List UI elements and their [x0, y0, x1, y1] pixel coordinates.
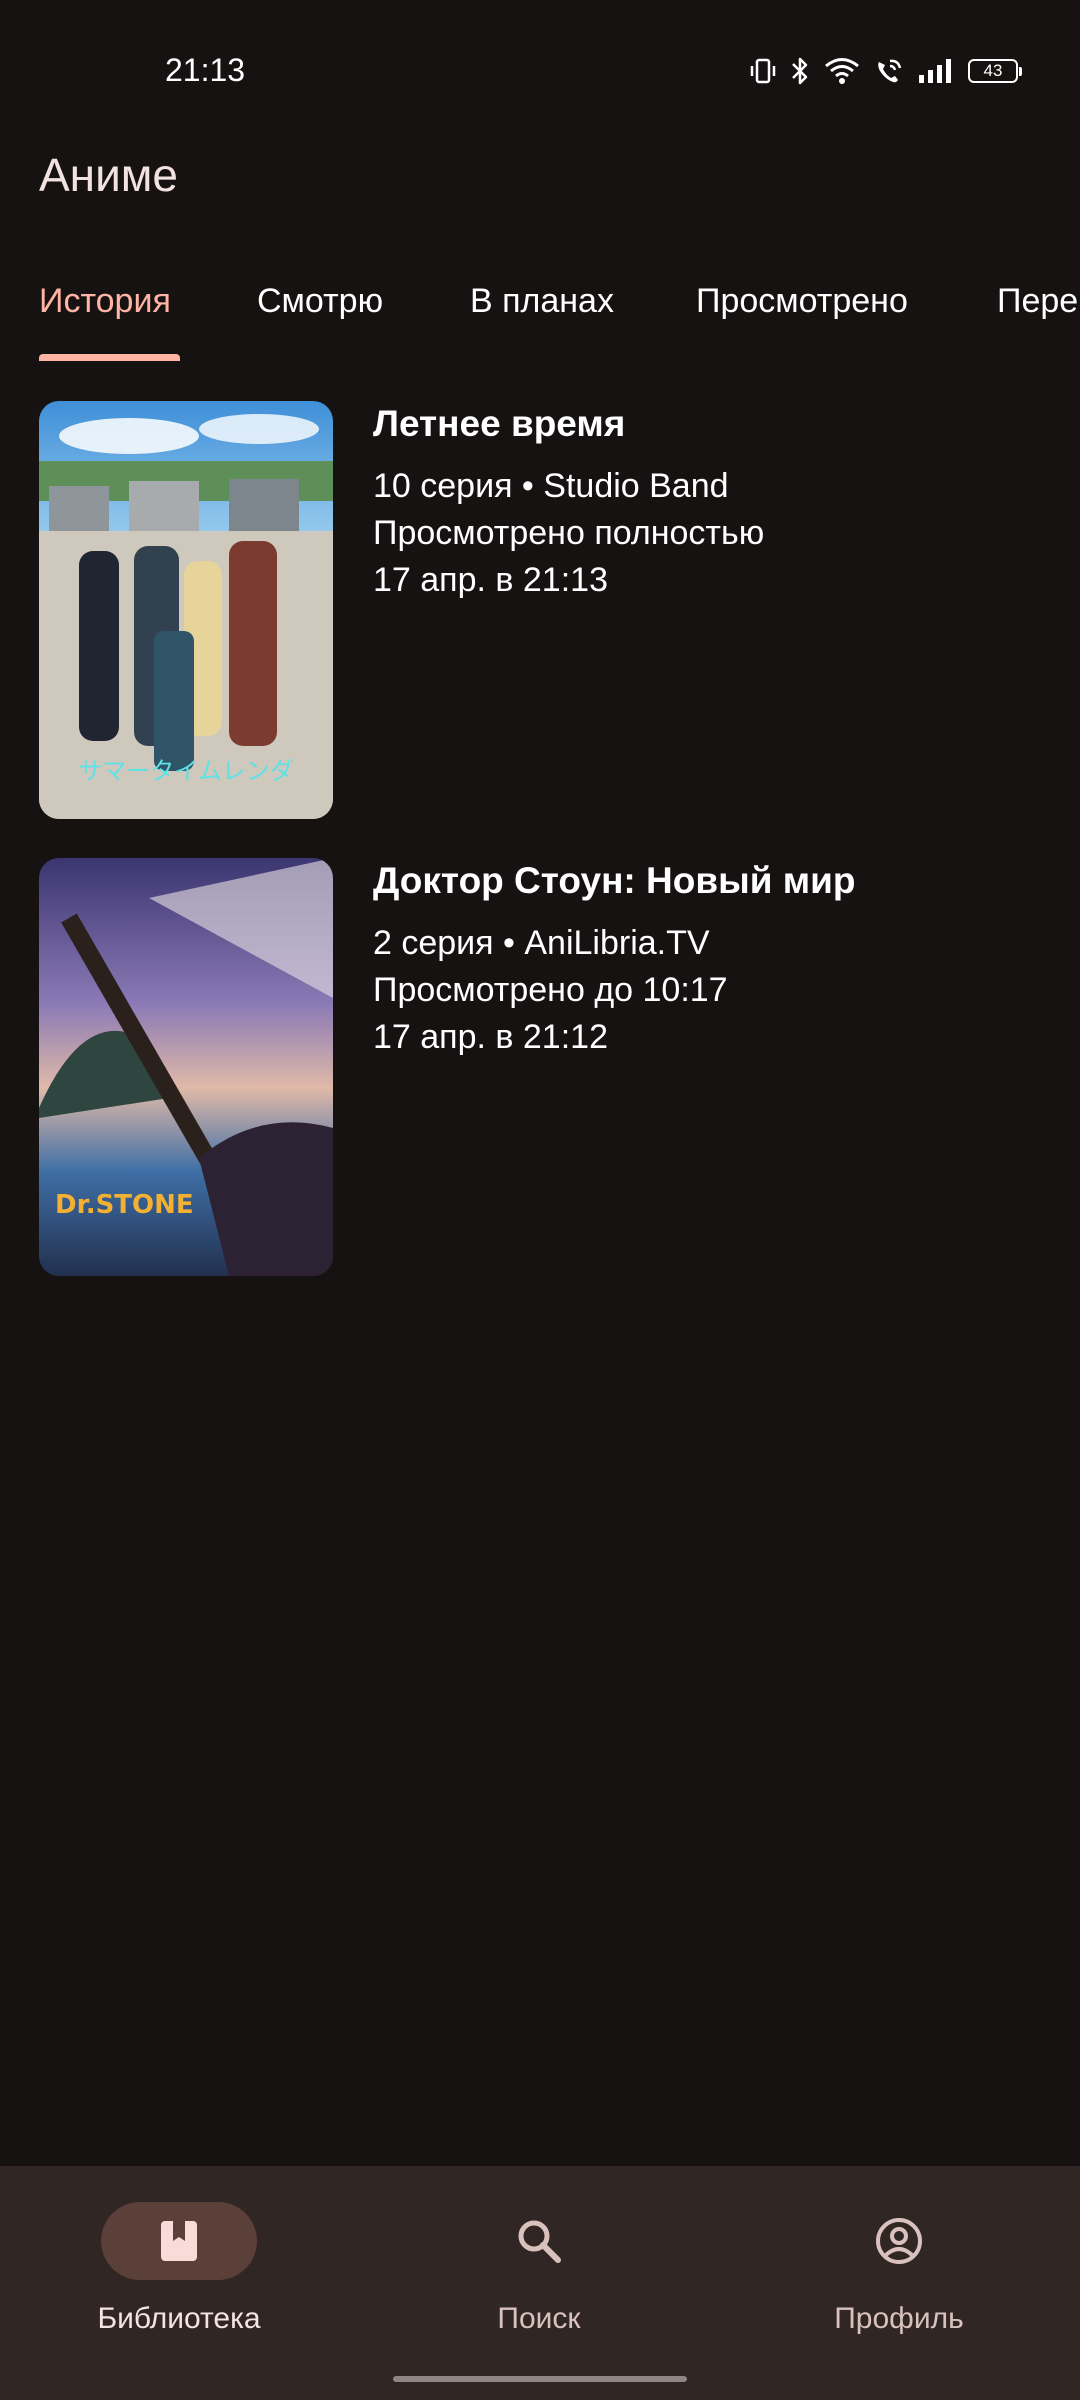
poster-image[interactable]: Dr.STONE [39, 858, 333, 1276]
search-icon [515, 2217, 563, 2265]
item-title: Летнее время [373, 403, 626, 444]
item-details: Летнее время 10 серия • Studio Band Прос… [373, 401, 1073, 600]
battery-icon: 43 [968, 59, 1022, 83]
item-progress: Просмотрено полностью [373, 514, 765, 552]
item-details: Доктор Стоун: Новый мир 2 серия • AniLib… [373, 858, 1073, 1057]
svg-text:Dr.STONE: Dr.STONE [55, 1190, 194, 1220]
bluetooth-icon [790, 56, 810, 86]
tab-rewatching[interactable]: Пере [997, 282, 1078, 321]
nav-label: Профиль [834, 2302, 964, 2335]
vibrate-icon [750, 57, 776, 85]
nav-label: Поиск [497, 2302, 581, 2335]
list-item[interactable]: Dr.STONE Доктор Стоун: Новый мир 2 серия… [39, 858, 1039, 1278]
poster-image[interactable]: サマータイムレンダ [39, 401, 333, 819]
item-progress: Просмотрено до 10:17 [373, 971, 728, 1009]
nav-profile[interactable]: Профиль [749, 2202, 1049, 2342]
bottom-navigation: Библиотека Поиск Профиль [0, 2166, 1080, 2400]
nav-label: Библиотека [97, 2302, 261, 2335]
svg-text:サマータイムレンダ: サマータイムレンダ [78, 757, 294, 785]
account-icon [875, 2217, 923, 2265]
home-indicator[interactable] [393, 2376, 687, 2382]
status-icons: 43 [750, 56, 1022, 86]
status-bar: 21:13 43 [0, 0, 1080, 140]
tab-indicator [39, 354, 180, 361]
tab-history[interactable]: История [39, 282, 171, 321]
list-item[interactable]: サマータイムレンダ Летнее время 10 серия • Studio… [39, 401, 1039, 821]
status-time: 21:13 [165, 52, 246, 88]
item-episode: 2 серия • AniLibria.TV [373, 924, 710, 962]
wifi-calling-icon [874, 57, 904, 85]
page-title: Аниме [39, 149, 178, 201]
item-date: 17 апр. в 21:13 [373, 561, 608, 599]
tab-watching[interactable]: Смотрю [257, 282, 383, 321]
wifi-icon [824, 57, 860, 85]
nav-library[interactable]: Библиотека [29, 2202, 329, 2342]
signal-icon [918, 57, 954, 85]
tab-planned[interactable]: В планах [470, 282, 614, 321]
tab-bar: История Смотрю В планах Просмотрено Пере [0, 270, 1080, 362]
item-date: 17 апр. в 21:12 [373, 1018, 608, 1056]
tab-completed[interactable]: Просмотрено [696, 282, 908, 321]
nav-search[interactable]: Поиск [389, 2202, 689, 2342]
item-episode: 10 серия • Studio Band [373, 467, 729, 505]
item-title: Доктор Стоун: Новый мир [373, 860, 856, 901]
bookmark-icon [155, 2217, 203, 2265]
